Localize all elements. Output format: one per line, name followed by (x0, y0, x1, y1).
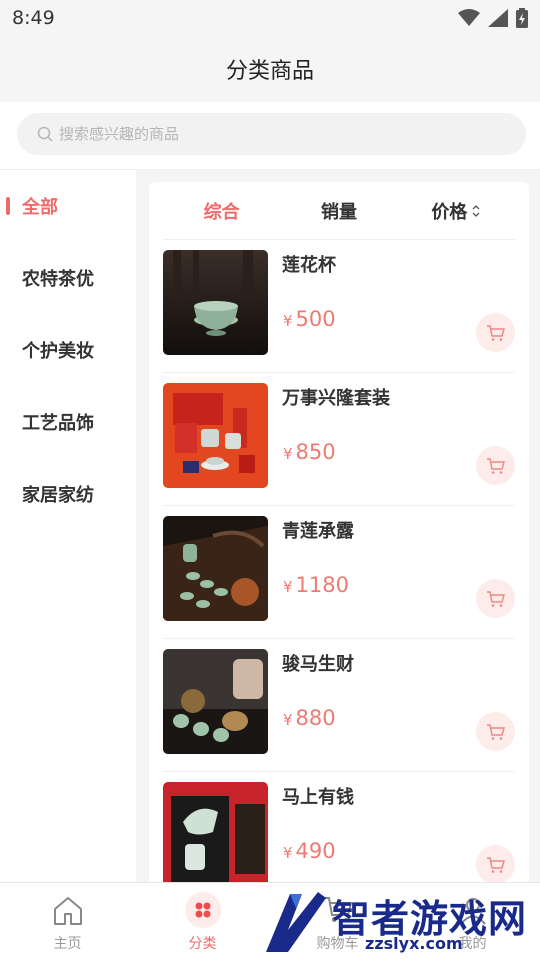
product-image (163, 649, 268, 754)
product-name: 骏马生财 (282, 654, 354, 675)
cart-icon (486, 457, 505, 474)
product-price: ¥500 (283, 307, 336, 331)
price-value: 880 (295, 706, 336, 730)
currency-symbol: ¥ (283, 711, 293, 729)
sort-tab-label: 综合 (203, 201, 240, 223)
add-to-cart-button[interactable] (476, 579, 515, 618)
tab-label: 主页 (53, 936, 82, 952)
product-item[interactable]: 万事兴隆套装 ¥850 (163, 373, 515, 506)
product-item[interactable]: 马上有钱 ¥490 (163, 772, 515, 882)
tab-cart[interactable]: 购物车 (270, 883, 405, 960)
sort-tab-label: 价格 (431, 201, 468, 223)
price-value: 1180 (295, 573, 349, 597)
sidebar-item-label: 家居家纺 (22, 485, 94, 506)
product-image (163, 782, 268, 882)
product-price: ¥850 (283, 440, 336, 464)
currency-symbol: ¥ (283, 312, 293, 330)
sidebar-item-beauty[interactable]: 个护美妆 (0, 314, 136, 386)
sort-tab-label: 销量 (320, 201, 357, 223)
sidebar-item-label: 农特茶优 (22, 269, 94, 290)
category-sidebar: 全部 农特茶优 个护美妆 工艺品饰 家居家纺 (0, 170, 136, 882)
currency-symbol: ¥ (283, 844, 293, 862)
sidebar-item-label: 全部 (22, 197, 58, 218)
sidebar-item-label: 个护美妆 (22, 341, 94, 362)
price-value: 850 (295, 440, 336, 464)
product-name: 万事兴隆套装 (282, 388, 390, 409)
product-name: 马上有钱 (282, 787, 354, 808)
tab-profile[interactable]: 我的 (405, 883, 540, 960)
page-title: 分类商品 (225, 59, 314, 84)
product-price: ¥880 (283, 706, 336, 730)
profile-icon (459, 898, 486, 925)
tab-home[interactable]: 主页 (0, 883, 135, 960)
sort-tab-price[interactable]: 价格 (398, 198, 515, 224)
status-time: 8:49 (12, 7, 55, 29)
product-item[interactable]: 青莲承露 ¥1180 (163, 506, 515, 639)
cart-icon (323, 897, 352, 922)
product-price: ¥490 (283, 839, 336, 863)
product-image (163, 250, 268, 355)
header: 分类商品 (0, 36, 540, 102)
wifi-icon (458, 9, 480, 26)
sort-bar: 综合 销量 价格 (163, 182, 515, 240)
search-icon (37, 126, 53, 142)
search-input[interactable] (59, 125, 479, 143)
add-to-cart-button[interactable] (476, 313, 515, 352)
cart-icon (486, 324, 505, 341)
sidebar-item-agri-tea[interactable]: 农特茶优 (0, 242, 136, 314)
tab-category[interactable]: 分类 (135, 883, 270, 960)
add-to-cart-button[interactable] (476, 446, 515, 485)
tab-label: 我的 (458, 936, 487, 952)
search-area (0, 102, 540, 170)
home-icon (53, 897, 82, 925)
sort-tab-overall[interactable]: 综合 (163, 198, 280, 224)
sidebar-item-all[interactable]: 全部 (0, 170, 136, 242)
product-name: 青莲承露 (282, 521, 354, 542)
cart-icon (486, 856, 505, 873)
product-item[interactable]: 莲花杯 ¥500 (163, 240, 515, 373)
price-value: 500 (295, 307, 336, 331)
sidebar-item-home-textile[interactable]: 家居家纺 (0, 458, 136, 530)
cart-icon (486, 590, 505, 607)
add-to-cart-button[interactable] (476, 845, 515, 882)
status-bar: 8:49 (0, 0, 540, 36)
cart-icon (486, 723, 505, 740)
sort-arrows-icon (472, 204, 480, 217)
currency-symbol: ¥ (283, 445, 293, 463)
currency-symbol: ¥ (283, 578, 293, 596)
tab-label: 分类 (188, 936, 217, 952)
product-name: 莲花杯 (282, 255, 336, 276)
product-image (163, 516, 268, 621)
battery-icon (516, 8, 528, 28)
bottom-tab-bar: 主页 分类 购物车 我的 (0, 882, 540, 960)
add-to-cart-button[interactable] (476, 712, 515, 751)
category-icon (184, 892, 221, 928)
signal-icon (488, 9, 508, 27)
product-image (163, 383, 268, 488)
price-value: 490 (295, 839, 336, 863)
search-box[interactable] (17, 113, 526, 155)
product-price: ¥1180 (283, 573, 349, 597)
tab-label: 购物车 (316, 936, 359, 952)
product-panel: 综合 销量 价格 莲花杯 ¥500 万事兴隆套装 ¥ 850 青莲承露 ¥ 11… (149, 182, 529, 882)
sidebar-item-label: 工艺品饰 (22, 413, 94, 434)
product-item[interactable]: 骏马生财 ¥880 (163, 639, 515, 772)
status-icons (458, 8, 528, 28)
sort-tab-sales[interactable]: 销量 (280, 198, 397, 224)
sidebar-item-crafts[interactable]: 工艺品饰 (0, 386, 136, 458)
